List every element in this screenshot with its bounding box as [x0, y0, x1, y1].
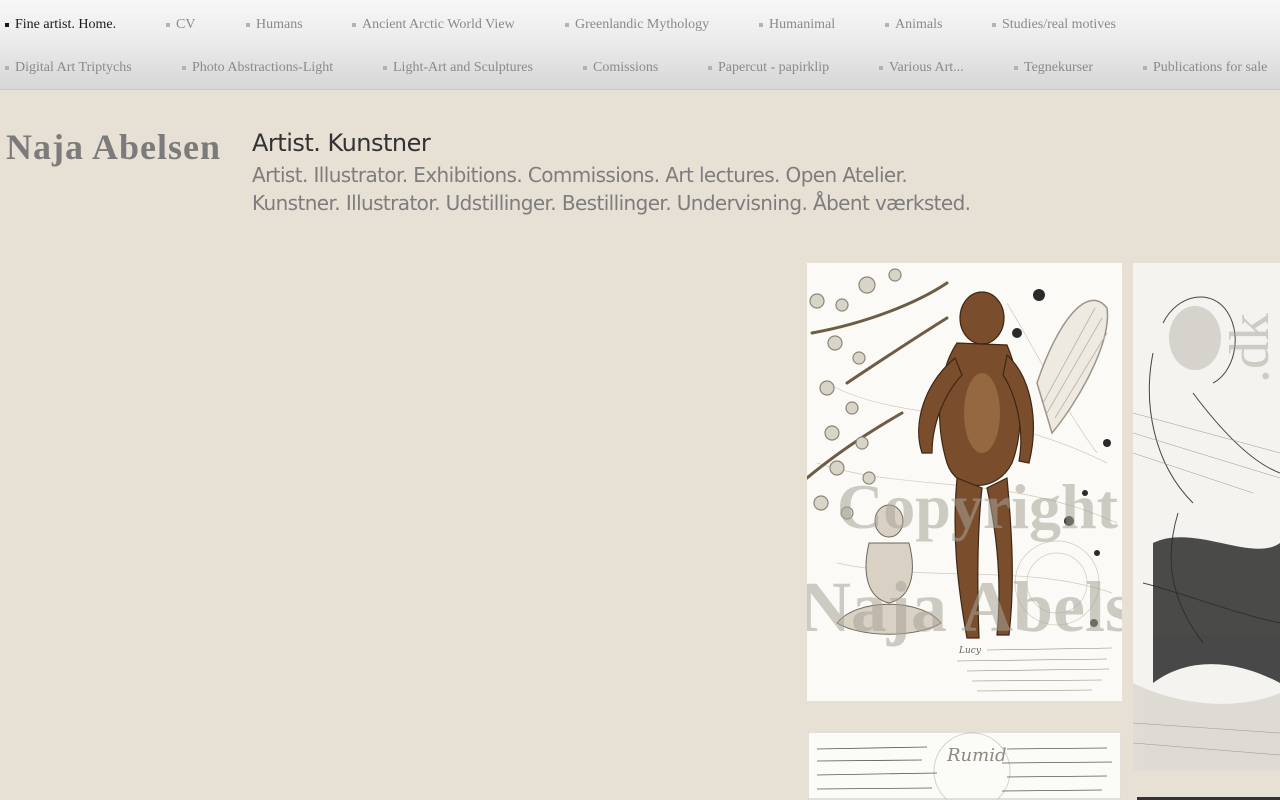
nav-label: Humanimal: [769, 17, 836, 32]
nav-label: Various Art...: [889, 60, 964, 75]
artwork-lucy-image[interactable]: Copyright Naja Abelsen Lucy: [807, 263, 1122, 701]
site-title[interactable]: Naja Abelsen: [6, 126, 221, 168]
nav-item-publications-for-sale[interactable]: Publications for sale: [1143, 59, 1267, 77]
nav-item-ancient-arctic-world-view[interactable]: Ancient Arctic World View: [352, 16, 515, 34]
artwork-figure-sketch-image[interactable]: .dk: [1133, 263, 1280, 771]
bullet-icon: [885, 23, 889, 27]
watermark-name: Naja Abelsen: [807, 567, 1122, 647]
artwork-handwritten-title: Rumid: [946, 745, 1007, 766]
nav-label: Comissions: [593, 60, 659, 75]
tagline-danish: Kunstner. Illustrator. Udstillinger. Bes…: [252, 191, 971, 215]
nav-label: Greenlandic Mythology: [575, 17, 710, 32]
nav-label: Tegnekurser: [1024, 60, 1093, 75]
nav-label: Photo Abstractions-Light: [192, 60, 334, 75]
watermark-domain: .dk: [1219, 313, 1280, 383]
nav-label: CV: [176, 17, 196, 32]
nav-item-comissions[interactable]: Comissions: [583, 59, 658, 77]
bullet-icon: [879, 66, 883, 70]
nav-label: Animals: [895, 17, 943, 32]
bullet-icon: [1014, 66, 1018, 70]
bullet-icon: [166, 23, 170, 27]
nav-item-greenlandic-mythology[interactable]: Greenlandic Mythology: [565, 16, 709, 34]
nav-label: Publications for sale: [1153, 60, 1268, 75]
bullet-icon: [565, 23, 569, 27]
bullet-icon: [5, 23, 9, 27]
nav-item-papercut[interactable]: Papercut - papirklip: [708, 59, 829, 77]
nav-item-digital-art-triptychs[interactable]: Digital Art Triptychs: [5, 59, 132, 77]
nav-item-light-art-sculptures[interactable]: Light-Art and Sculptures: [383, 59, 533, 77]
bullet-icon: [246, 23, 250, 27]
bullet-icon: [383, 66, 387, 70]
nav-label: Papercut - papirklip: [718, 60, 830, 75]
bullet-icon: [583, 66, 587, 70]
nav-item-cv[interactable]: CV: [166, 16, 195, 34]
nav-label: Light-Art and Sculptures: [393, 60, 533, 75]
artwork-caption: Lucy: [958, 646, 982, 656]
nav-item-tegnekurser[interactable]: Tegnekurser: [1014, 59, 1093, 77]
nav-item-humans[interactable]: Humans: [246, 16, 303, 34]
nav-label: Humans: [256, 17, 303, 32]
main-navigation: Fine artist. Home. CV Humans Ancient Arc…: [0, 0, 1280, 90]
nav-item-home[interactable]: Fine artist. Home.: [5, 16, 116, 34]
nav-label: Digital Art Triptychs: [15, 60, 132, 75]
nav-item-various-art[interactable]: Various Art...: [879, 59, 964, 77]
page: Fine artist. Home. CV Humans Ancient Arc…: [0, 0, 1280, 800]
watermark-copyright: Copyright: [837, 471, 1119, 542]
nav-label: Studies/real motives: [1002, 17, 1116, 32]
artwork-handwritten-image[interactable]: Rumid: [807, 731, 1122, 800]
nav-item-animals[interactable]: Animals: [885, 16, 942, 34]
bullet-icon: [352, 23, 356, 27]
page-headline: Artist. Kunstner: [252, 129, 431, 157]
nav-label: Ancient Arctic World View: [362, 17, 515, 32]
bullet-icon: [1143, 66, 1147, 70]
bullet-icon: [182, 66, 186, 70]
nav-item-humanimal[interactable]: Humanimal: [759, 16, 835, 34]
bullet-icon: [5, 66, 9, 70]
tagline-english: Artist. Illustrator. Exhibitions. Commis…: [252, 163, 908, 187]
nav-item-photo-abstractions[interactable]: Photo Abstractions-Light: [182, 59, 333, 77]
bullet-icon: [992, 23, 996, 27]
bullet-icon: [708, 66, 712, 70]
bullet-icon: [759, 23, 763, 27]
nav-item-studies-real-motives[interactable]: Studies/real motives: [992, 16, 1116, 34]
nav-label: Fine artist. Home.: [15, 17, 117, 32]
